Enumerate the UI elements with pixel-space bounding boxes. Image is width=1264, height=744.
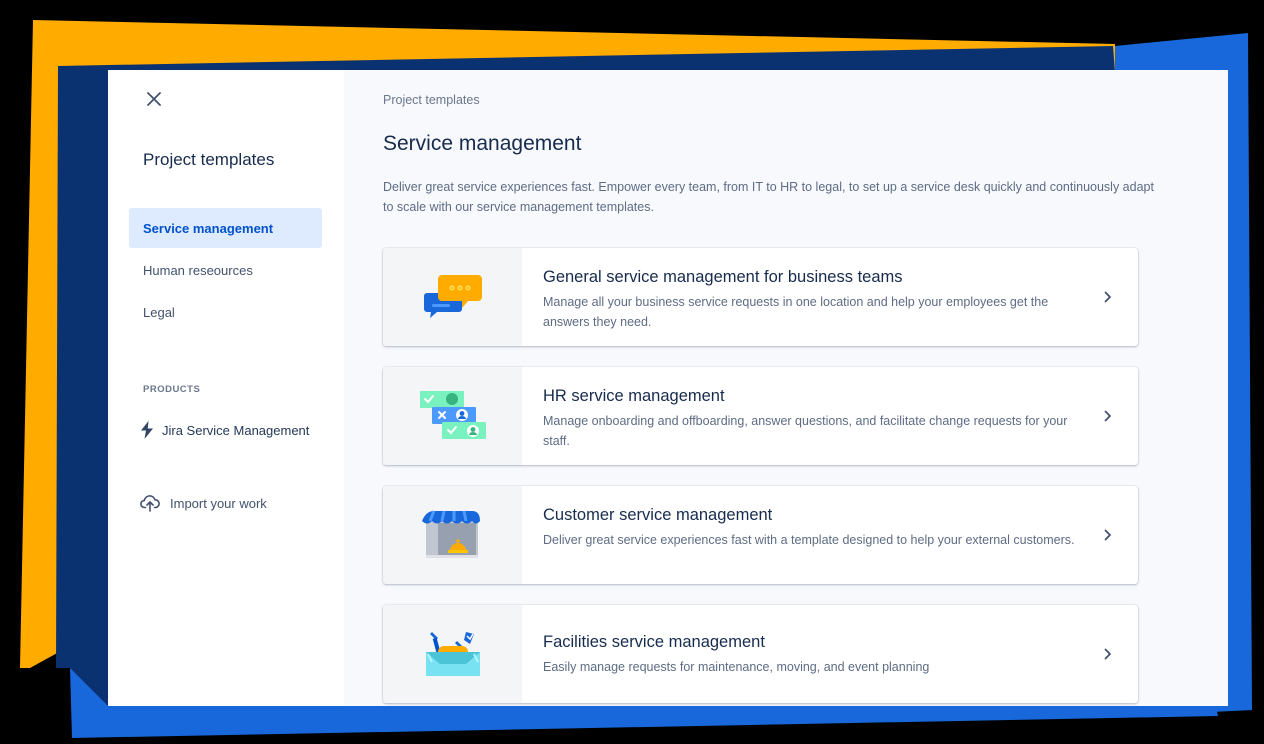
chevron-right-icon	[1100, 289, 1116, 305]
card-title: General service management for business …	[543, 268, 903, 286]
card-thumbnail	[383, 248, 522, 346]
card-thumbnail	[383, 605, 522, 703]
nav-item-label: Service management	[143, 220, 274, 236]
cloud-upload-icon	[140, 495, 160, 512]
nav-item-label: Legal	[143, 304, 175, 320]
nav-item-service-management[interactable]: Service management	[129, 208, 322, 248]
nav-item-legal[interactable]: Legal	[129, 292, 322, 332]
page-title: Service management	[383, 132, 582, 155]
card-description: Easily manage requests for maintenance, …	[543, 660, 930, 674]
card-thumbnail	[383, 367, 522, 465]
sidebar-title: Project templates	[143, 150, 275, 169]
project-templates-dialog: Project templates Service management Hum…	[108, 70, 1228, 706]
card-thumbnail	[383, 486, 522, 584]
product-label: Jira Service Management	[162, 422, 310, 438]
template-card-customer-service[interactable]: Customer service management Deliver grea…	[383, 486, 1138, 584]
template-card-facilities-service[interactable]: Facilities service management Easily man…	[383, 605, 1138, 703]
hr-cards-icon	[419, 391, 486, 439]
products-heading: PRODUCTS	[143, 384, 201, 395]
card-description: Deliver great service experiences fast w…	[543, 533, 1075, 547]
chevron-right-icon	[1100, 646, 1116, 662]
template-card-general-service[interactable]: General service management for business …	[383, 248, 1138, 346]
import-work-button[interactable]: Import your work	[140, 493, 267, 513]
nav-item-human-resources[interactable]: Human reseources	[129, 250, 322, 290]
lightning-bolt-icon	[141, 421, 153, 439]
card-title: HR service management	[543, 387, 725, 405]
nav-item-label: Human reseources	[143, 262, 253, 278]
close-button[interactable]	[142, 87, 166, 111]
product-jira-service-management[interactable]: Jira Service Management	[140, 420, 309, 440]
card-title: Facilities service management	[543, 633, 765, 651]
card-title: Customer service management	[543, 506, 773, 524]
template-card-hr-service[interactable]: HR service management Manage onboarding …	[383, 367, 1138, 465]
sidebar: Project templates Service management Hum…	[108, 70, 344, 706]
breadcrumb[interactable]: Project templates	[383, 93, 480, 107]
chat-bubbles-icon	[423, 275, 482, 318]
chevron-right-icon	[1100, 527, 1116, 543]
card-description: Manage onboarding and offboarding, answe…	[543, 414, 1068, 448]
import-label: Import your work	[170, 495, 267, 511]
page-description: Deliver great service experiences fast. …	[383, 180, 1154, 214]
template-category-nav: Service management Human reseources Lega…	[129, 208, 322, 334]
main-content: Project templates Service management Del…	[344, 70, 1228, 706]
toolbox-icon	[425, 632, 480, 676]
template-card-list: General service management for business …	[383, 248, 1138, 706]
close-icon	[147, 92, 161, 106]
storefront-icon	[421, 510, 480, 558]
chevron-right-icon	[1100, 408, 1116, 424]
card-description: Manage all your business service request…	[543, 295, 1049, 329]
